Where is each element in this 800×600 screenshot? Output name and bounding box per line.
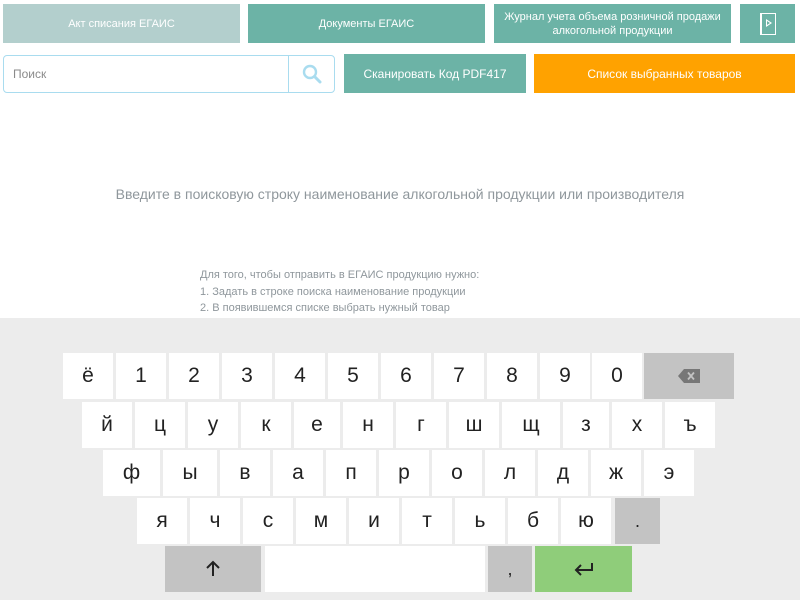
key-p[interactable]: п: [326, 450, 376, 496]
key-ts[interactable]: ц: [135, 402, 185, 448]
search-hint: Введите в поисковую строку наименование …: [115, 186, 685, 202]
key-sh[interactable]: ш: [449, 402, 499, 448]
retail-journal-button[interactable]: Журнал учета объема розничной продажи ал…: [494, 4, 731, 43]
search-button[interactable]: [288, 56, 334, 92]
key-i[interactable]: и: [349, 498, 399, 544]
egais-screen: Акт списания ЕГАИС Документы ЕГАИС Журна…: [0, 0, 800, 600]
instructions-step-1: 1. Задать в строке поиска наименование п…: [200, 285, 466, 298]
key-f[interactable]: ф: [103, 450, 160, 496]
key-e[interactable]: э: [644, 450, 694, 496]
key-kh[interactable]: х: [612, 402, 662, 448]
key-7[interactable]: 7: [434, 353, 484, 399]
key-o[interactable]: о: [432, 450, 482, 496]
key-hard-sign[interactable]: ъ: [665, 402, 715, 448]
key-period[interactable]: .: [615, 498, 660, 544]
instructions: Для того, чтобы отправить в ЕГАИС продук…: [200, 267, 479, 317]
exit-icon: [759, 12, 776, 35]
key-i-short[interactable]: й: [82, 402, 132, 448]
key-r[interactable]: р: [379, 450, 429, 496]
act-writeoff-button[interactable]: Акт списания ЕГАИС: [3, 4, 240, 43]
selected-items-button[interactable]: Список выбранных товаров: [534, 54, 795, 93]
key-k[interactable]: к: [241, 402, 291, 448]
key-shch[interactable]: щ: [502, 402, 560, 448]
key-ya[interactable]: я: [137, 498, 187, 544]
key-1[interactable]: 1: [116, 353, 166, 399]
search-input[interactable]: [4, 56, 288, 92]
act-writeoff-label: Акт списания ЕГАИС: [68, 17, 175, 30]
instructions-intro: Для того, чтобы отправить в ЕГАИС продук…: [200, 269, 480, 281]
enter-key[interactable]: [535, 546, 632, 592]
key-ch[interactable]: ч: [190, 498, 240, 544]
key-2[interactable]: 2: [169, 353, 219, 399]
key-yo[interactable]: ё: [63, 353, 113, 399]
space-key[interactable]: [265, 546, 485, 592]
key-y[interactable]: ы: [163, 450, 217, 496]
egais-documents-label: Документы ЕГАИС: [318, 17, 415, 30]
key-yu[interactable]: ю: [561, 498, 611, 544]
egais-documents-button[interactable]: Документы ЕГАИС: [248, 4, 485, 43]
search-icon: [302, 64, 321, 84]
instructions-step-2: 2. В появившемся списке выбрать нужный т…: [200, 302, 450, 314]
backspace-key[interactable]: [644, 353, 734, 399]
key-u[interactable]: у: [188, 402, 238, 448]
key-s[interactable]: с: [243, 498, 293, 544]
scan-pdf417-label: Сканировать Код PDF417: [363, 66, 507, 81]
exit-button[interactable]: [740, 4, 795, 43]
key-b[interactable]: б: [508, 498, 558, 544]
key-d[interactable]: д: [538, 450, 588, 496]
key-n[interactable]: н: [343, 402, 393, 448]
shift-key[interactable]: [165, 546, 261, 592]
selected-items-label: Список выбранных товаров: [587, 66, 742, 81]
retail-journal-label-line1: Журнал учета объема розничной продажи: [504, 10, 721, 23]
key-g[interactable]: г: [396, 402, 446, 448]
key-a[interactable]: а: [273, 450, 323, 496]
key-4[interactable]: 4: [275, 353, 325, 399]
retail-journal-label: Журнал учета объема розничной продажи ал…: [504, 10, 721, 38]
key-comma[interactable]: ,: [488, 546, 532, 592]
key-6[interactable]: 6: [381, 353, 431, 399]
key-t[interactable]: т: [402, 498, 452, 544]
key-zh[interactable]: ж: [591, 450, 641, 496]
search-box: [3, 55, 335, 93]
key-l[interactable]: л: [485, 450, 535, 496]
key-5[interactable]: 5: [328, 353, 378, 399]
key-v[interactable]: в: [220, 450, 270, 496]
key-soft-sign[interactable]: ь: [455, 498, 505, 544]
key-0[interactable]: 0: [592, 353, 642, 399]
scan-pdf417-button[interactable]: Сканировать Код PDF417: [344, 54, 526, 93]
onscreen-keyboard: ё 1 2 3 4 5 6 7 8 9 0 й ц у к е н г ш щ …: [0, 318, 800, 600]
key-8[interactable]: 8: [487, 353, 537, 399]
key-3[interactable]: 3: [222, 353, 272, 399]
key-z[interactable]: з: [563, 402, 609, 448]
key-ye[interactable]: е: [294, 402, 340, 448]
key-9[interactable]: 9: [540, 353, 590, 399]
retail-journal-label-line2: алкогольной продукции: [552, 24, 673, 37]
key-m[interactable]: м: [296, 498, 346, 544]
backspace-icon: [678, 369, 700, 383]
shift-arrow-icon: [206, 560, 220, 576]
enter-icon: [574, 563, 593, 576]
